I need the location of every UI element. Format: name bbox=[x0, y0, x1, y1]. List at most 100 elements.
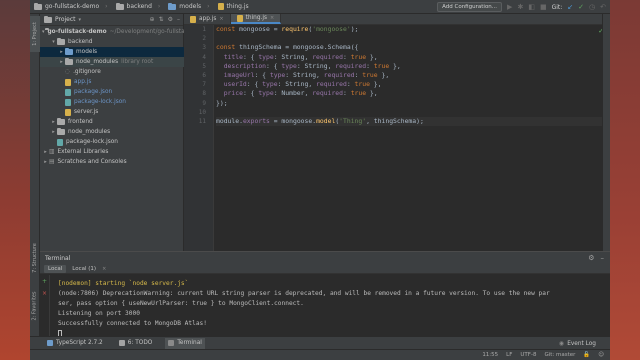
code-editor[interactable]: 1 2 3 4 5 6 7 8 9 10 11 const mongoose = require('… bbox=[184, 25, 610, 251]
code-line[interactable]: }); bbox=[216, 99, 608, 108]
code-line[interactable] bbox=[216, 34, 608, 43]
code-token: : String, bbox=[277, 80, 317, 89]
tool-tab-project[interactable]: 1: Project bbox=[30, 16, 40, 52]
editor-tabs: app.js × thing.js × bbox=[184, 14, 610, 25]
revert-icon[interactable]: ↶ bbox=[600, 2, 606, 12]
close-session-icon[interactable]: × bbox=[42, 290, 47, 297]
collapsed-arrow-icon[interactable]: ▸ bbox=[42, 159, 49, 165]
close-icon[interactable]: × bbox=[102, 266, 106, 272]
code-token: }, bbox=[369, 80, 382, 89]
code-line[interactable]: module.exports = mongoose.model('Thing',… bbox=[216, 116, 608, 127]
code-line[interactable]: imageUrl: { type: String, required: true… bbox=[216, 71, 608, 80]
js-file-icon bbox=[65, 78, 71, 86]
tree-item[interactable]: server.js bbox=[40, 107, 184, 117]
coverage-icon[interactable]: ◧ bbox=[528, 2, 535, 12]
code-line[interactable]: title: { type: String, required: true }, bbox=[216, 53, 608, 62]
event-log-icon: ◉ bbox=[559, 340, 565, 347]
close-icon[interactable]: × bbox=[219, 16, 223, 22]
gear-icon[interactable]: ⚙ bbox=[588, 254, 594, 262]
history-icon[interactable]: ◷ bbox=[589, 2, 595, 12]
hide-icon[interactable]: – bbox=[601, 254, 605, 262]
breadcrumb-item[interactable]: models › bbox=[164, 2, 213, 10]
collapsed-arrow-icon[interactable]: ▸ bbox=[50, 119, 57, 125]
code-line[interactable]: price: { type: Number, required: true }, bbox=[216, 89, 608, 98]
line-separator[interactable]: LF bbox=[506, 351, 512, 360]
code-line[interactable]: description: { type: String, required: t… bbox=[216, 62, 608, 71]
tool-window-typescript[interactable]: TypeScript 2.7.2 bbox=[44, 338, 106, 349]
tree-item[interactable]: ◌ .gitignore bbox=[40, 67, 184, 77]
tool-window-todo[interactable]: 6: TODO bbox=[116, 338, 156, 349]
terminal-icon bbox=[168, 340, 175, 346]
breadcrumb-item[interactable]: thing.js bbox=[214, 3, 253, 10]
breadcrumb-item[interactable]: backend › bbox=[112, 2, 165, 10]
terminal-body[interactable]: + × [nodemon] starting `node server.js` … bbox=[40, 275, 610, 337]
terminal-tab-local[interactable]: Local bbox=[44, 264, 67, 273]
js-file-icon bbox=[217, 3, 224, 10]
terminal-tab-local-1[interactable]: Local (1) bbox=[68, 265, 100, 273]
code-line[interactable]: const mongoose = require('mongoose'); bbox=[216, 25, 608, 34]
collapsed-arrow-icon[interactable]: ▸ bbox=[42, 149, 49, 155]
git-commit-icon[interactable]: ✓ bbox=[578, 3, 584, 11]
tree-item[interactable]: package-lock.json bbox=[40, 97, 184, 107]
tree-item[interactable]: package-lock.json bbox=[40, 137, 184, 147]
terminal-panel: Terminal ⚙ – Local Local (1) × + × [node… bbox=[40, 251, 610, 337]
hide-icon[interactable]: – bbox=[177, 16, 180, 23]
left-tool-strip: 1: Project 7: Structure 2: Favorites bbox=[30, 14, 40, 348]
terminal-output[interactable]: [nodemon] starting `node server.js` (nod… bbox=[58, 279, 606, 339]
run-icon[interactable]: ▶ bbox=[507, 2, 512, 12]
code-area[interactable]: const mongoose = require('mongoose'); co… bbox=[216, 25, 608, 127]
tree-item[interactable]: package.json bbox=[40, 87, 184, 97]
folder-icon bbox=[65, 58, 73, 65]
code-token: : { bbox=[242, 89, 259, 98]
tree-item[interactable]: ▸ node_modules bbox=[40, 127, 184, 137]
file-encoding[interactable]: UTF-8 bbox=[520, 351, 536, 360]
collapse-icon[interactable]: ⇅ bbox=[159, 16, 164, 23]
right-tool-strip bbox=[602, 14, 610, 251]
stop-icon[interactable]: ■ bbox=[540, 2, 547, 12]
project-panel: Project ▾ ⊕ ⇅ ⚙ – ▾ go-fullstack-demo ~/… bbox=[40, 14, 210, 251]
folder-icon bbox=[65, 48, 73, 55]
tree-item[interactable]: ▸ ▤ Scratches and Consoles bbox=[40, 157, 184, 167]
scratch-icon: ▤ bbox=[49, 159, 55, 165]
line-number: 1 bbox=[202, 26, 206, 33]
tree-item[interactable]: ▸ frontend bbox=[40, 117, 184, 127]
git-update-icon[interactable]: ↙ bbox=[567, 3, 573, 11]
tree-item[interactable]: ▸ node_modules library root bbox=[40, 57, 184, 67]
notifications-icon[interactable]: ☺ bbox=[598, 351, 604, 360]
tab-thing-js[interactable]: thing.js × bbox=[230, 14, 282, 24]
code-line[interactable] bbox=[216, 108, 608, 117]
tool-tab-favorites[interactable]: 2: Favorites bbox=[30, 286, 40, 326]
caret-position[interactable]: 11:55 bbox=[482, 351, 498, 360]
line-number: 4 bbox=[202, 53, 206, 61]
tab-app-js[interactable]: app.js × bbox=[184, 14, 231, 24]
tree-item[interactable]: ▾ backend bbox=[40, 37, 184, 47]
code-token: required bbox=[312, 89, 343, 98]
terminal-line: Successfully connected to MongoDB Atlas! bbox=[58, 320, 208, 327]
code-token: true bbox=[373, 61, 390, 70]
code-token: imageUrl bbox=[216, 70, 255, 79]
expanded-arrow-icon[interactable]: ▾ bbox=[50, 39, 57, 45]
lock-icon[interactable]: 🔓 bbox=[583, 351, 590, 360]
event-log-button[interactable]: ◉ Event Log bbox=[559, 338, 596, 349]
close-icon[interactable]: × bbox=[270, 15, 274, 21]
code-line[interactable]: userId: { type: String, required: true }… bbox=[216, 80, 608, 89]
debug-icon[interactable]: ✱ bbox=[517, 2, 523, 12]
gear-icon[interactable]: ⚙ bbox=[168, 16, 173, 23]
folder-icon bbox=[34, 2, 42, 10]
breadcrumb-item[interactable]: go-fullstack-demo › bbox=[30, 2, 112, 10]
collapsed-arrow-icon[interactable]: ▸ bbox=[50, 129, 57, 135]
tree-item[interactable]: ▸ ▥ External Libraries bbox=[40, 147, 184, 157]
tree-item[interactable]: app.js bbox=[40, 77, 184, 87]
git-branch[interactable]: Git: master bbox=[544, 351, 575, 360]
add-configuration-button[interactable]: Add Configuration... bbox=[437, 2, 503, 12]
collapsed-arrow-icon[interactable]: ▸ bbox=[58, 59, 65, 65]
tree-item[interactable]: ▾ go-fullstack-demo ~/Development/go-ful… bbox=[40, 27, 210, 37]
new-session-icon[interactable]: + bbox=[42, 278, 47, 285]
tree-item[interactable]: ▸ models bbox=[40, 47, 184, 57]
tool-tab-structure[interactable]: 7: Structure bbox=[30, 236, 40, 280]
tool-window-terminal[interactable]: Terminal bbox=[165, 337, 205, 349]
expanded-arrow-icon[interactable]: ▸ bbox=[58, 49, 65, 55]
locate-icon[interactable]: ⊕ bbox=[150, 16, 155, 23]
code-line[interactable]: const thingSchema = mongoose.Schema({ bbox=[216, 43, 608, 52]
chevron-down-icon[interactable]: ▾ bbox=[79, 17, 82, 23]
